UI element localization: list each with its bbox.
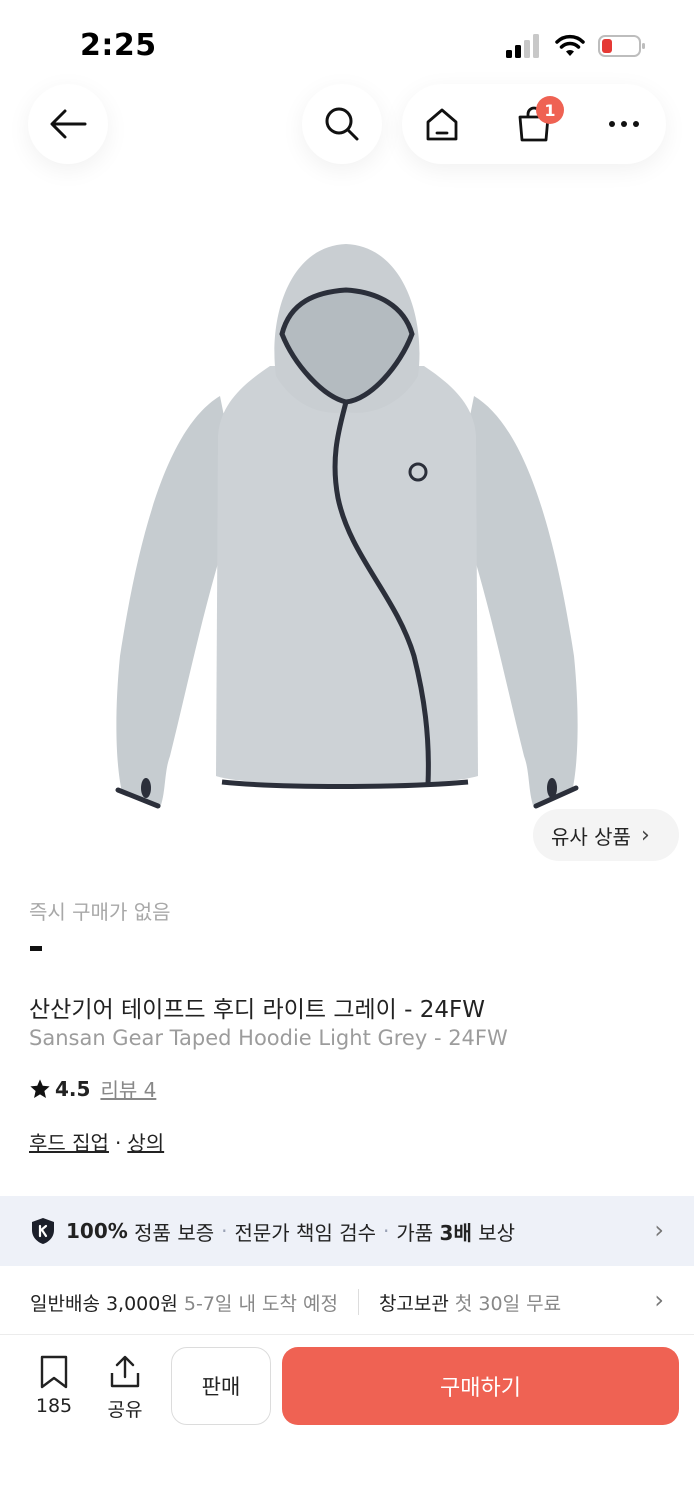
category-breadcrumb: 후드 집업 · 상의 <box>29 1127 164 1156</box>
review-link[interactable]: 리뷰 4 <box>100 1074 156 1103</box>
cart-count-badge: 1 <box>536 96 564 124</box>
home-icon <box>426 108 458 141</box>
similar-products-label: 유사 상품 <box>551 824 631 849</box>
share-icon <box>110 1355 140 1388</box>
guarantee-percent: 100% <box>66 1219 128 1243</box>
share-button[interactable]: 공유 <box>95 1355 155 1422</box>
guarantee-multiplier: 3배 <box>439 1220 472 1245</box>
guarantee-authentic: 정품 보증 <box>134 1220 215 1245</box>
category-link-hood-zipup[interactable]: 후드 집업 <box>29 1131 109 1155</box>
search-icon <box>325 107 359 141</box>
similar-products-button[interactable]: 유사 상품 › <box>533 809 679 861</box>
battery-icon <box>598 35 645 57</box>
warehouse-storage-label: 창고보관 <box>378 1292 449 1315</box>
rating-row: 4.5 리뷰 4 <box>29 1074 156 1103</box>
chevron-right-icon: › <box>640 822 650 848</box>
product-title-en: Sansan Gear Taped Hoodie Light Grey - 24… <box>29 1026 508 1050</box>
guarantee-separator: · <box>383 1219 390 1243</box>
category-link-top[interactable]: 상의 <box>127 1131 164 1155</box>
shield-icon <box>32 1218 54 1244</box>
category-separator: · <box>114 1131 122 1155</box>
signal-icon <box>506 34 539 58</box>
guarantee-compensation: 보상 <box>478 1220 516 1245</box>
bookmark-button[interactable]: 185 <box>24 1355 84 1417</box>
share-label: 공유 <box>107 1399 143 1421</box>
status-bar: 2:25 <box>0 0 694 90</box>
buy-button[interactable]: 구매하기 <box>282 1347 679 1425</box>
instant-buy-status: 즉시 구매가 없음 <box>29 900 171 924</box>
delivery-options[interactable]: 일반배송 3,000원 5-7일 내 도착 예정 창고보관 첫 30일 무료 › <box>0 1270 694 1334</box>
standard-delivery-label: 일반배송 3,000원 <box>30 1292 178 1315</box>
product-title-ko: 산산기어 테이프드 후디 라이트 그레이 - 24FW <box>29 997 485 1023</box>
back-arrow-icon <box>50 109 87 139</box>
guarantee-inspection: 전문가 책임 검수 <box>234 1220 376 1245</box>
home-button[interactable] <box>418 84 466 164</box>
more-icon <box>609 121 639 127</box>
back-button[interactable] <box>28 84 108 164</box>
nav-action-group <box>402 84 666 164</box>
price-value: - <box>30 946 42 951</box>
bookmark-count: 185 <box>35 1395 73 1417</box>
search-button[interactable] <box>302 84 382 164</box>
guarantee-fake-label: 가품 <box>396 1220 434 1245</box>
warehouse-storage-note: 첫 30일 무료 <box>454 1292 562 1315</box>
wifi-icon <box>555 34 585 56</box>
standard-delivery-eta: 5-7일 내 도착 예정 <box>183 1292 338 1315</box>
status-time: 2:25 <box>80 28 157 63</box>
rating-value: 4.5 <box>55 1076 91 1101</box>
hoodie-image[interactable] <box>100 236 594 816</box>
chevron-right-icon: › <box>654 1286 664 1314</box>
delivery-divider <box>357 1289 359 1315</box>
chevron-right-icon: › <box>654 1216 664 1244</box>
bottom-action-bar: 185 공유 판매 구매하기 <box>0 1334 694 1500</box>
bookmark-icon <box>40 1355 68 1389</box>
sell-button[interactable]: 판매 <box>171 1347 271 1425</box>
star-icon <box>30 1078 50 1098</box>
guarantee-separator: · <box>221 1219 228 1243</box>
authenticity-guarantee-banner[interactable]: 100% 정품 보증 · 전문가 책임 검수 · 가품 3배 보상 › <box>0 1196 694 1266</box>
more-button[interactable] <box>600 84 648 164</box>
